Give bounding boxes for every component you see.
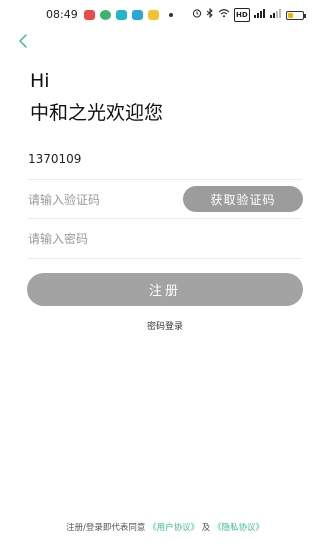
- password-row: [28, 219, 302, 259]
- battery-icon: [285, 10, 306, 20]
- more-notifications-dot-icon: [169, 13, 173, 17]
- get-code-button[interactable]: 获取验证码: [183, 186, 303, 212]
- bluetooth-icon: [206, 7, 214, 22]
- hd-icon: HD: [234, 8, 250, 22]
- alarm-icon: [192, 8, 202, 22]
- app-notification-icon-green: [100, 10, 111, 20]
- phone-input[interactable]: [28, 139, 302, 179]
- privacy-policy-link[interactable]: 《隐私协议》: [213, 523, 264, 533]
- greeting-text: Hi: [30, 70, 50, 92]
- agreement-prefix: 注册/登录即代表同意: [65, 523, 146, 533]
- agreement-conjunction: 及: [201, 523, 211, 533]
- user-agreement-link[interactable]: 《用户协议》: [148, 523, 199, 533]
- app-notification-icon-teal: [116, 10, 127, 20]
- verification-code-input[interactable]: [28, 180, 178, 220]
- status-time: 08:49: [46, 8, 78, 21]
- phone-field-row: [28, 139, 302, 180]
- signal-icon-2: [269, 8, 282, 22]
- agreement-notice: 注册/登录即代表同意 《用户协议》 及 《隐私协议》: [0, 521, 330, 533]
- wifi-icon: [218, 8, 230, 22]
- status-bar: 08:49 HD: [0, 0, 330, 30]
- signal-icon: [253, 8, 266, 22]
- chevron-left-icon: [19, 34, 27, 48]
- back-button[interactable]: [12, 30, 36, 54]
- notification-icons: [84, 10, 159, 20]
- password-login-link[interactable]: 密码登录: [0, 319, 330, 332]
- welcome-title: 中和之光欢迎您: [30, 102, 164, 124]
- app-notification-icon-teal-2: [132, 10, 143, 20]
- password-input[interactable]: [28, 219, 302, 259]
- system-icons: HD: [192, 7, 306, 22]
- app-notification-icon-yellow: [148, 10, 159, 20]
- app-notification-icon-red: [84, 10, 95, 20]
- register-button[interactable]: 注册: [27, 273, 303, 306]
